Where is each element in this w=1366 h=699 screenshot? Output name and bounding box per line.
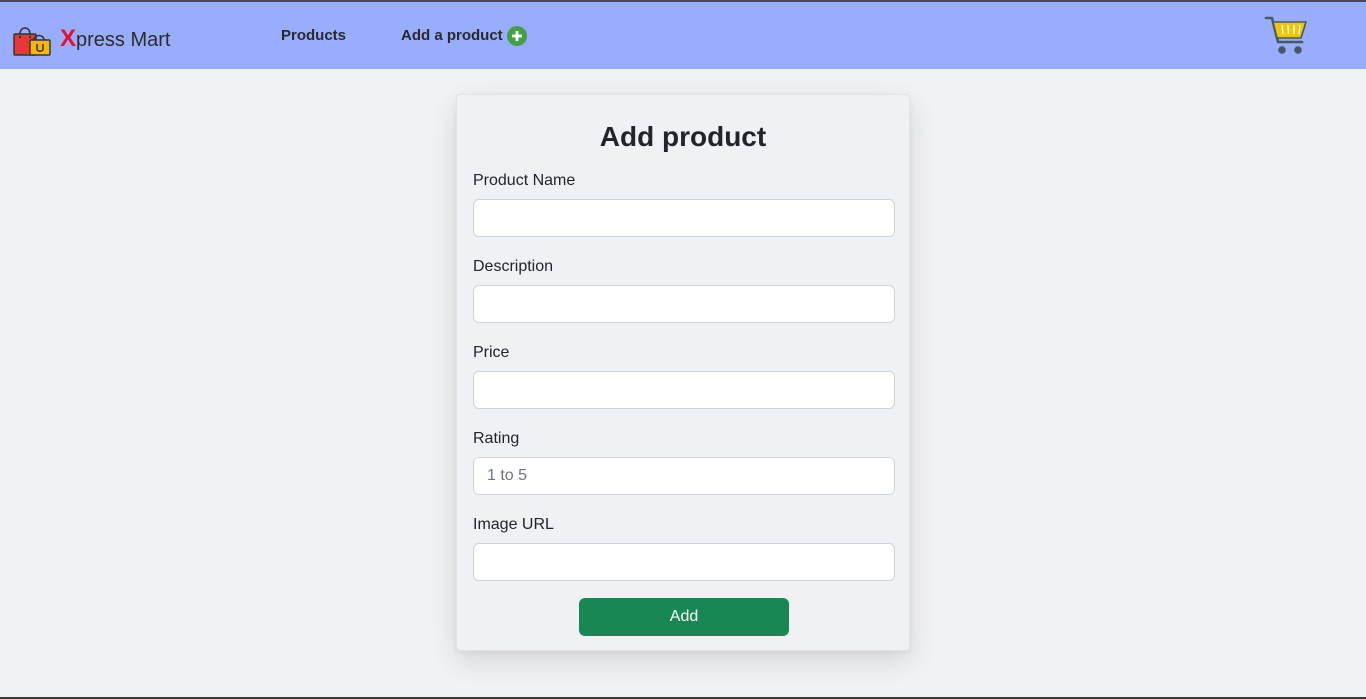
add-product-card: Add product Product Name Description Pri… [456,94,910,651]
nav-add-product-label: Add a product [401,27,503,44]
description-input[interactable] [473,285,895,323]
nav-products-link[interactable]: Products [281,26,346,46]
nav-products-label: Products [281,27,347,44]
rating-label: Rating [473,430,520,447]
price-input[interactable] [473,371,895,409]
navbar: Xpress Mart Products Add a product [0,2,1366,69]
product-name-input[interactable] [473,199,895,237]
price-label: Price [473,344,510,361]
shopping-cart-icon[interactable] [1264,14,1308,56]
image-url-input[interactable] [473,543,895,581]
shopping-bags-logo-icon [13,27,51,56]
plus-circle-icon [506,26,527,46]
brand-name-rest: press Mart [76,28,171,51]
add-button[interactable]: Add [579,598,789,636]
brand-name: Xpress Mart [60,25,170,54]
product-name-label: Product Name [473,172,576,189]
description-label: Description [473,258,554,275]
form-title: Add product [599,121,767,152]
nav-add-product-link[interactable]: Add a product [401,26,527,46]
brand-initial: X [60,24,77,52]
brand-link[interactable]: Xpress Mart [12,22,170,56]
image-url-label: Image URL [473,516,554,533]
rating-input[interactable] [473,457,895,495]
